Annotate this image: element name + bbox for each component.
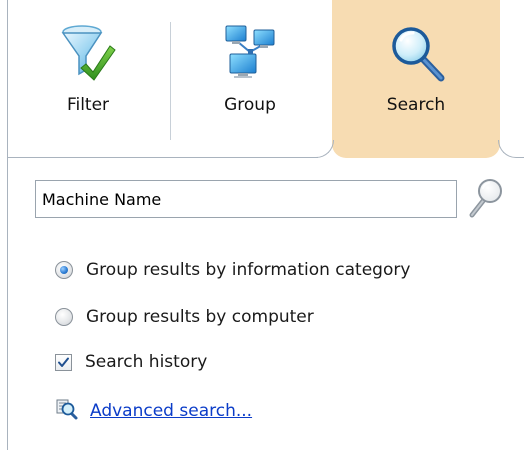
- funnel-checkmark-icon: [58, 22, 118, 82]
- advanced-search-link-row[interactable]: Advanced search...: [55, 397, 252, 425]
- tab-strip-edge: [8, 157, 318, 158]
- tab-strip: Filter Group Search: [8, 0, 524, 158]
- tab-strip-curve: [308, 140, 334, 158]
- networked-computers-icon: [220, 22, 280, 82]
- tab-search-label: Search: [386, 95, 446, 115]
- search-history-label: Search history: [85, 352, 208, 372]
- tab-search[interactable]: Search: [332, 0, 500, 158]
- magnifier-icon: [386, 22, 446, 82]
- tab-group-label: Group: [224, 95, 276, 115]
- group-by-computer-option[interactable]: Group results by computer: [55, 304, 314, 330]
- tab-filter[interactable]: Filter: [8, 0, 168, 158]
- group-by-computer-label: Group results by computer: [86, 307, 314, 327]
- search-input[interactable]: [35, 180, 457, 218]
- group-by-category-option[interactable]: Group results by information category: [55, 257, 410, 283]
- tab-group[interactable]: Group: [170, 0, 330, 158]
- tab-filter-label: Filter: [66, 95, 110, 115]
- group-by-category-label: Group results by information category: [86, 260, 411, 280]
- group-by-computer-radio[interactable]: [55, 308, 73, 326]
- search-go-button[interactable]: [466, 176, 506, 220]
- search-history-checkbox[interactable]: [55, 353, 72, 371]
- search-history-option[interactable]: Search history: [55, 349, 207, 375]
- checkmark-icon: [58, 357, 69, 367]
- magnifier-icon: [469, 179, 502, 218]
- search-panel: Filter Group Search Machine Name Group r…: [0, 0, 524, 450]
- group-by-category-radio[interactable]: [55, 261, 73, 279]
- advanced-search-link[interactable]: Advanced search...: [90, 401, 252, 421]
- tab-strip-curve: [498, 140, 524, 158]
- advanced-search-icon: [55, 397, 79, 425]
